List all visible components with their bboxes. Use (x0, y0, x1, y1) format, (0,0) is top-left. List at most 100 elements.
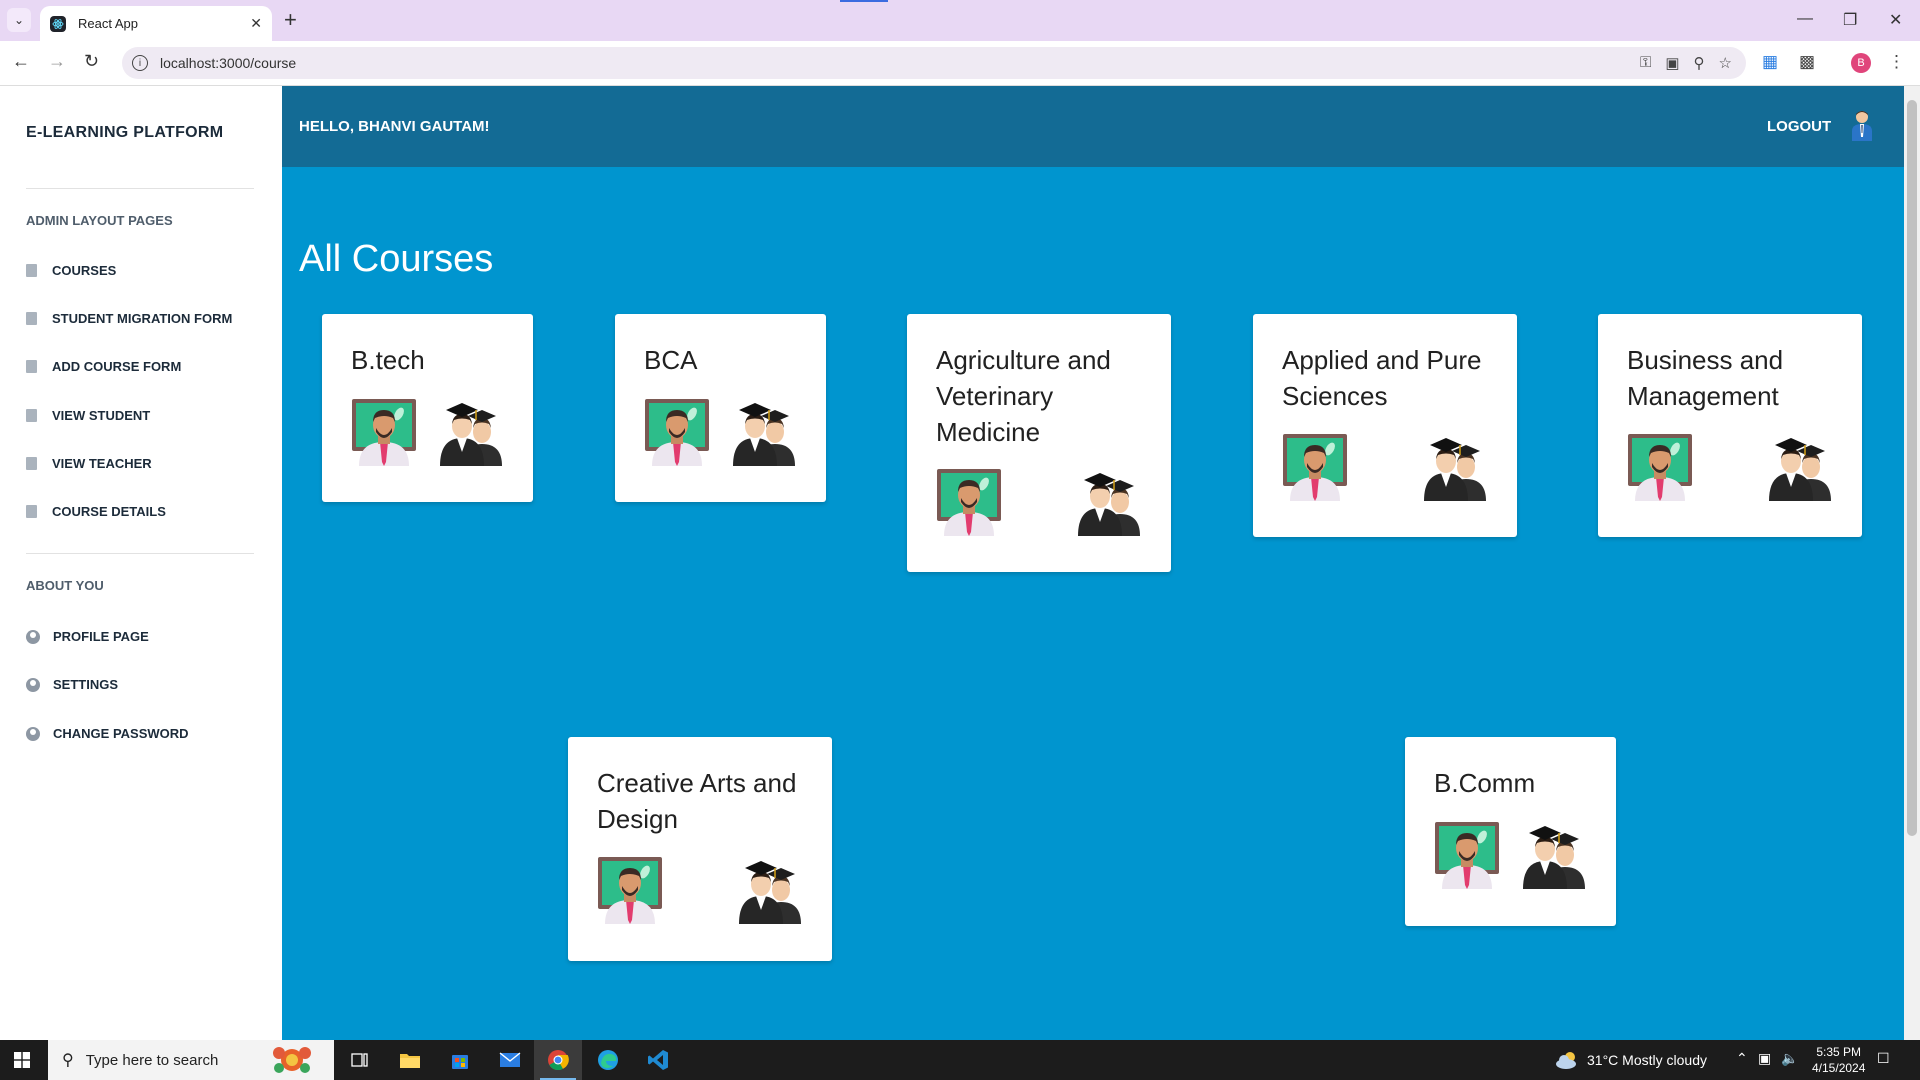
user-circle-icon (26, 726, 40, 741)
graduates-icon (731, 398, 797, 466)
user-circle-icon (26, 677, 40, 692)
top-navbar: HELLO, BHANVI GAUTAM! LOGOUT (282, 86, 1904, 167)
sidebar-divider (26, 188, 254, 189)
password-key-icon[interactable]: ⚿ (1640, 54, 1651, 72)
sidebar-item-change-password[interactable]: CHANGE PASSWORD (26, 726, 189, 741)
brand-title: E-LEARNING PLATFORM (26, 124, 224, 141)
section-heading-admin: ADMIN LAYOUT PAGES (26, 213, 173, 228)
course-title: B.tech (351, 345, 425, 375)
course-card[interactable]: Creative Arts and Design (568, 737, 832, 961)
sidebar-item-label: ADD COURSE FORM (52, 359, 182, 374)
search-icon: ⚲ (62, 1052, 74, 1069)
notification-icon[interactable]: ☐ (1877, 1050, 1890, 1067)
page-icon (26, 264, 37, 277)
graduates-icon (1767, 433, 1833, 501)
browser-tab[interactable]: React App ✕ (40, 6, 272, 41)
page-icon (26, 409, 37, 422)
sidebar-item-view-teacher[interactable]: VIEW TEACHER (26, 456, 152, 471)
sidebar-item-label: SETTINGS (53, 677, 119, 692)
bookmark-star-icon[interactable]: ☆ (1719, 54, 1732, 72)
teacher-icon (351, 398, 417, 466)
clock-time: 5:35 PM (1816, 1045, 1862, 1059)
course-card[interactable]: Agriculture and Veterinary Medicine (907, 314, 1171, 572)
sidebar-item-label: COURSE DETAILS (52, 504, 166, 519)
sidebar-item-student-migration-form[interactable]: STUDENT MIGRATION FORM (26, 311, 232, 326)
windows-taskbar: ⚲ Type here to search 31°C Mostly cloudy… (0, 1040, 1920, 1080)
sidebar-item-course-details[interactable]: COURSE DETAILS (26, 504, 166, 519)
greeting-text: HELLO, BHANVI GAUTAM! (299, 118, 490, 135)
course-card[interactable]: Applied and Pure Sciences (1253, 314, 1517, 537)
file-explorer-icon[interactable] (386, 1040, 434, 1080)
sidebar-item-label: VIEW TEACHER (52, 456, 152, 471)
react-favicon-icon (50, 15, 66, 32)
course-card[interactable]: BCA (615, 314, 826, 502)
extension-icon[interactable]: ▦ (1762, 52, 1778, 72)
course-title: Agriculture and Veterinary Medicine (936, 345, 1111, 447)
zoom-icon[interactable]: ⚲ (1694, 54, 1705, 72)
teacher-icon (597, 856, 663, 924)
graduates-icon (1521, 821, 1587, 889)
minimize-icon[interactable]: — (1797, 10, 1813, 28)
sidebar: E-LEARNING PLATFORM ADMIN LAYOUT PAGES C… (0, 86, 282, 1040)
sidebar-item-courses[interactable]: COURSES (26, 263, 116, 278)
address-bar[interactable]: i localhost:3000/course ⚿ ▣ ⚲ ☆ (122, 47, 1746, 79)
microsoft-store-icon[interactable] (436, 1040, 484, 1080)
section-heading-about: ABOUT YOU (26, 578, 104, 593)
chrome-icon[interactable] (534, 1040, 582, 1080)
forward-icon[interactable]: → (48, 51, 66, 72)
sidebar-item-profile-page[interactable]: PROFILE PAGE (26, 629, 149, 644)
tab-close-icon[interactable]: ✕ (250, 15, 262, 32)
teacher-icon (1282, 433, 1348, 501)
page-icon (26, 457, 37, 470)
teacher-icon (1627, 433, 1693, 501)
new-tab-icon[interactable]: + (284, 8, 297, 32)
taskbar-search[interactable]: ⚲ Type here to search (48, 1040, 334, 1080)
course-card[interactable]: B.Comm (1405, 737, 1616, 926)
tab-title: React App (78, 16, 138, 31)
page-icon (26, 312, 37, 325)
sidebar-item-view-student[interactable]: VIEW STUDENT (26, 408, 150, 423)
sidebar-item-label: STUDENT MIGRATION FORM (52, 311, 233, 326)
tab-search-chevron-icon[interactable]: ⌄ (7, 8, 31, 32)
sidebar-item-label: PROFILE PAGE (53, 629, 149, 644)
browser-tab-strip: ⌄ React App ✕ + — ❐ ✕ (0, 0, 1920, 41)
course-title: Creative Arts and Design (597, 768, 797, 834)
network-icon[interactable]: ▣ (1758, 1050, 1771, 1067)
edge-icon[interactable] (584, 1040, 632, 1080)
sidebar-item-add-course-form[interactable]: ADD COURSE FORM (26, 359, 181, 374)
page-icon (26, 360, 37, 373)
logout-button[interactable]: LOGOUT (1767, 118, 1831, 135)
window-close-icon[interactable]: ✕ (1889, 10, 1902, 30)
mail-icon[interactable] (486, 1040, 534, 1080)
url-text: localhost:3000/course (160, 55, 297, 71)
tray-chevron-icon[interactable]: ⌃ (1736, 1050, 1748, 1067)
browser-menu-icon[interactable]: ⋮ (1888, 52, 1905, 72)
course-card[interactable]: B.tech (322, 314, 533, 502)
extensions-puzzle-icon[interactable]: ▩ (1799, 52, 1815, 72)
taskbar-search-placeholder: Type here to search (85, 1051, 219, 1069)
install-app-icon[interactable]: ▣ (1665, 54, 1679, 72)
volume-icon[interactable]: 🔈 (1781, 1050, 1798, 1067)
course-card[interactable]: Business and Management (1598, 314, 1862, 537)
loading-indicator (840, 0, 888, 2)
graduates-icon (1076, 468, 1142, 536)
browser-toolbar: ← → ↻ i localhost:3000/course ⚿ ▣ ⚲ ☆ ▦ … (0, 41, 1920, 86)
course-title: Applied and Pure Sciences (1282, 345, 1482, 411)
user-avatar-icon[interactable] (1850, 109, 1874, 141)
reload-icon[interactable]: ↻ (84, 51, 99, 72)
sidebar-item-settings[interactable]: SETTINGS (26, 677, 118, 692)
site-info-icon[interactable]: i (132, 55, 148, 71)
search-highlight-icon (273, 1047, 311, 1073)
task-view-icon[interactable] (336, 1040, 384, 1080)
clock[interactable]: 5:35 PM 4/15/2024 (1812, 1044, 1865, 1076)
restore-icon[interactable]: ❐ (1843, 10, 1857, 30)
weather-text[interactable]: 31°C Mostly cloudy (1587, 1052, 1707, 1068)
back-icon[interactable]: ← (12, 51, 30, 72)
browser-profile-avatar[interactable]: B (1851, 53, 1871, 73)
windows-start-icon[interactable] (14, 1052, 30, 1068)
main-content: HELLO, BHANVI GAUTAM! LOGOUT All Courses… (282, 86, 1904, 1040)
clock-date: 4/15/2024 (1812, 1061, 1866, 1075)
graduates-icon (737, 856, 803, 924)
scrollbar-thumb[interactable] (1907, 100, 1917, 836)
vscode-icon[interactable] (634, 1040, 682, 1080)
